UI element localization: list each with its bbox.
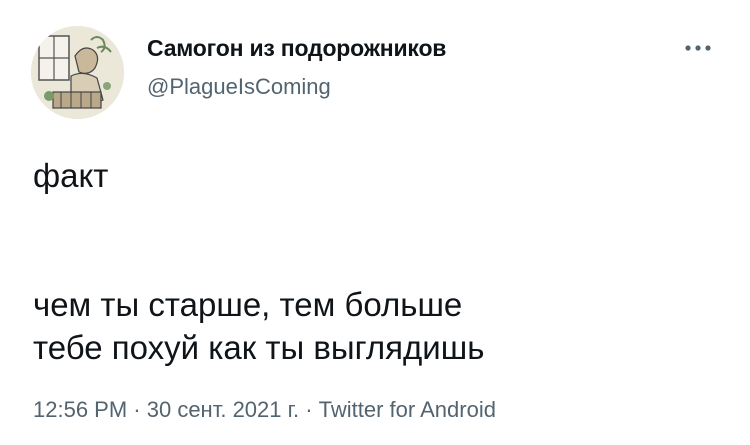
tweet-meta: 12:56 PM · 30 сент. 2021 г. · Twitter fo…: [33, 397, 496, 423]
meta-separator: ·: [299, 397, 319, 422]
tweet-source[interactable]: Twitter for Android: [319, 397, 496, 422]
tweet-text: факт чем ты старше, тем больше тебе поху…: [33, 157, 485, 366]
author-handle[interactable]: @PlagueIsComing: [147, 74, 331, 100]
tweet-time[interactable]: 12:56 PM: [33, 397, 127, 422]
tweet-card: Самогон из подорожников @PlagueIsComing …: [0, 0, 750, 445]
more-options-button[interactable]: [678, 36, 718, 60]
author-display-name[interactable]: Самогон из подорожников: [147, 35, 446, 62]
profile-avatar-illustration: [31, 26, 124, 119]
tweet-date[interactable]: 30 сент. 2021 г.: [147, 397, 299, 422]
more-options-icon: [685, 45, 711, 51]
author-avatar[interactable]: [31, 26, 124, 119]
meta-separator: ·: [127, 397, 147, 422]
